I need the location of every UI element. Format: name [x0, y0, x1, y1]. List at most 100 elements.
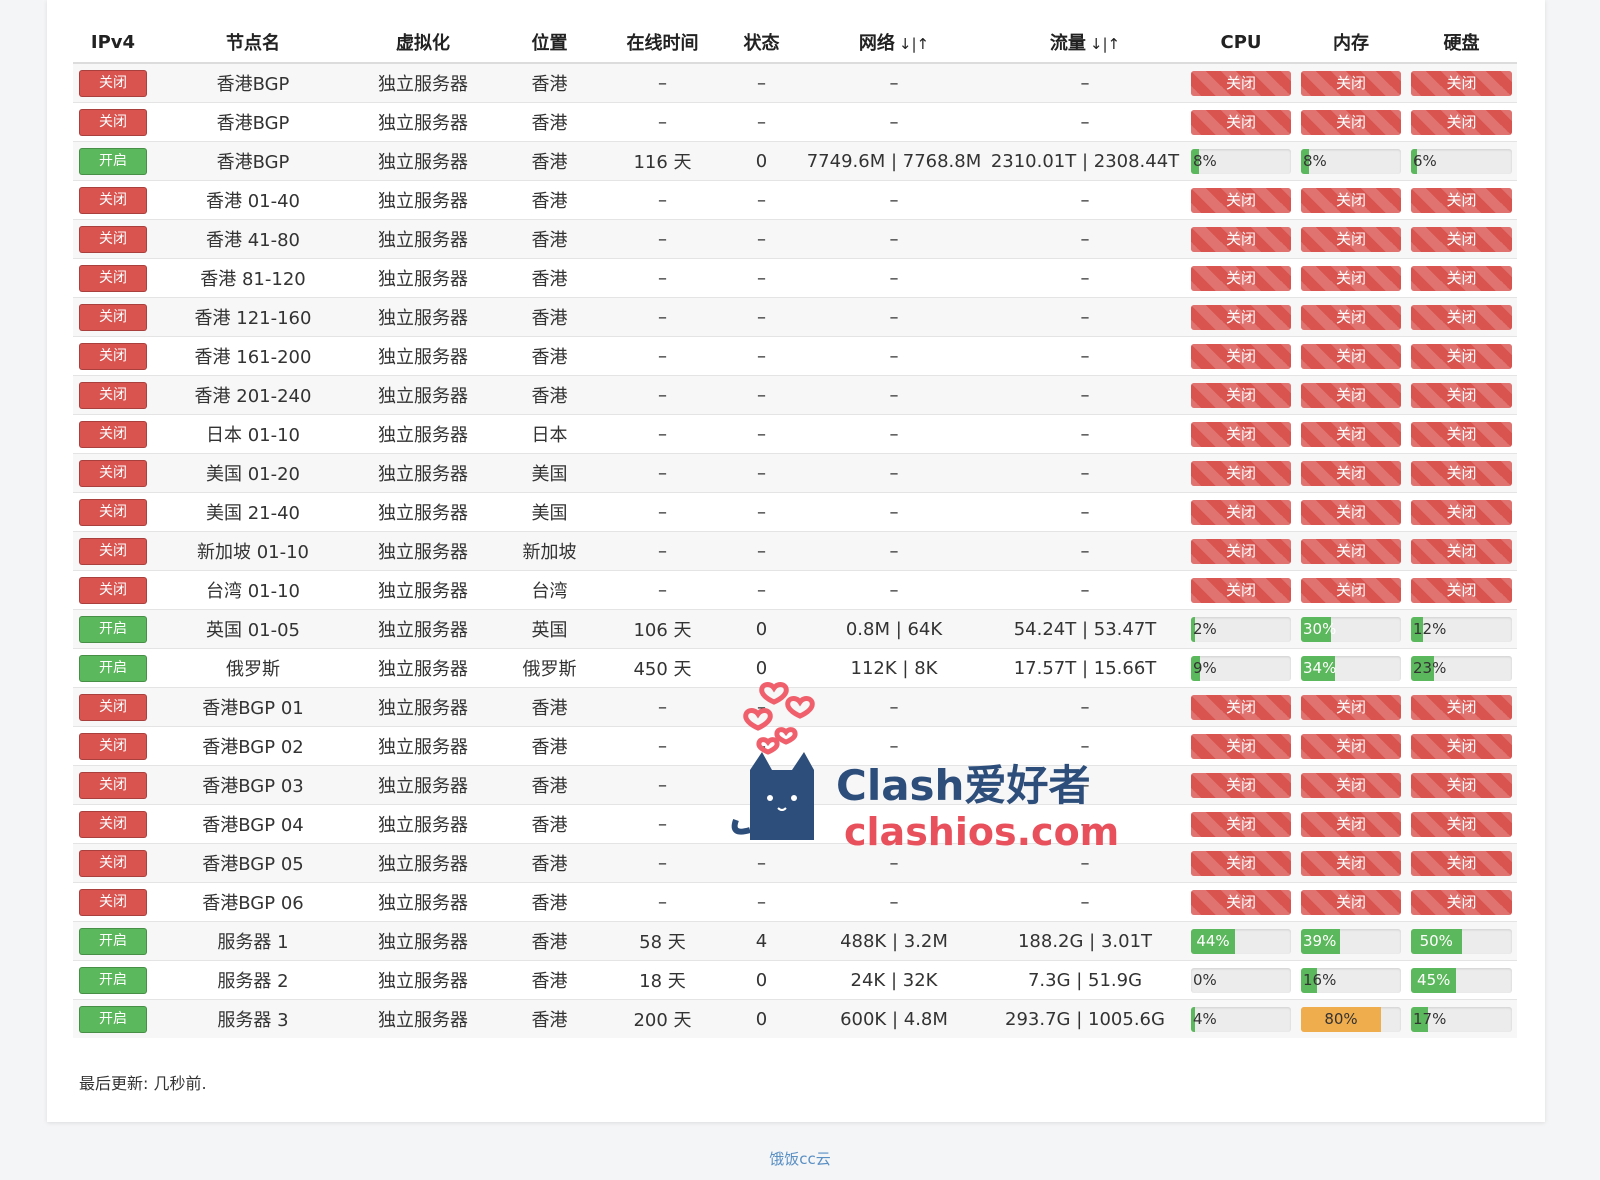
- cpu-cell: 2%: [1186, 609, 1296, 649]
- table-row[interactable]: 关闭 香港 81-120 独立服务器 香港 – – – – 关闭 关闭 关闭: [73, 258, 1517, 298]
- table-row[interactable]: 关闭 香港BGP 独立服务器 香港 – – – – 关闭 关闭 关闭: [73, 63, 1517, 103]
- disk-progress-bar: 关闭: [1411, 538, 1512, 564]
- table-row[interactable]: 关闭 美国 21-40 独立服务器 美国 – – – – 关闭 关闭 关闭: [73, 492, 1517, 532]
- memory-cell: 39%: [1296, 921, 1406, 961]
- table-row[interactable]: 开启 服务器 3 独立服务器 香港 200 天 0 600K | 4.8M 293.7G | …: [73, 999, 1517, 1038]
- footer-link[interactable]: 饿饭cc云: [0, 1148, 1600, 1169]
- table-row[interactable]: 关闭 香港BGP 01 独立服务器 香港 – – – – 关闭 关闭 关闭: [73, 687, 1517, 727]
- cpu-progress-bar: 关闭: [1191, 850, 1291, 876]
- memory-cell: 80%: [1296, 999, 1406, 1038]
- disk-progress-bar: 关闭: [1411, 460, 1512, 486]
- node-name-cell: 美国 01-20: [153, 453, 353, 493]
- server-status-table: IPv4 节点名 虚拟化 位置 在线时间 状态 网络 ↓|↑ 流量 ↓|↑ CPU …: [73, 22, 1517, 1038]
- network-cell: –: [804, 414, 984, 454]
- table-row[interactable]: 关闭 香港BGP 独立服务器 香港 – – – – 关闭 关闭 关闭: [73, 102, 1517, 142]
- table-row[interactable]: 关闭 香港BGP 06 独立服务器 香港 – – – – 关闭 关闭 关闭: [73, 882, 1517, 922]
- col-label: CPU: [1220, 31, 1262, 53]
- cpu-value: 0%: [1193, 970, 1217, 989]
- table-row[interactable]: 关闭 香港BGP 02 独立服务器 香港 – – – – 关闭 关闭 关闭: [73, 726, 1517, 766]
- virtualization-cell: 独立服务器: [353, 687, 493, 727]
- location-cell: 新加坡: [493, 531, 606, 571]
- cpu-progress-bar: 44%: [1191, 928, 1291, 954]
- disk-progress-bar: 关闭: [1411, 577, 1512, 603]
- status-cell: –: [719, 882, 804, 922]
- ipv4-cell: 关闭: [73, 375, 153, 415]
- table-row[interactable]: 开启 服务器 2 独立服务器 香港 18 天 0 24K | 32K 7.3G | 51.9G…: [73, 960, 1517, 1000]
- virtualization-cell: 独立服务器: [353, 102, 493, 142]
- memory-value: 8%: [1303, 151, 1327, 170]
- memory-progress-bar: 关闭: [1301, 343, 1401, 369]
- table-row[interactable]: 关闭 日本 01-10 独立服务器 日本 – – – – 关闭 关闭 关闭: [73, 414, 1517, 454]
- virtualization-cell: 独立服务器: [353, 141, 493, 181]
- virtualization-cell: 独立服务器: [353, 414, 493, 454]
- memory-cell: 关闭: [1296, 882, 1406, 922]
- status-cell: 0: [719, 999, 804, 1038]
- location-cell: 香港: [493, 141, 606, 181]
- col-header-network[interactable]: 网络 ↓|↑: [804, 22, 984, 64]
- cpu-value: 8%: [1193, 151, 1217, 170]
- memory-cell: 关闭: [1296, 63, 1406, 103]
- table-row[interactable]: 开启 俄罗斯 独立服务器 俄罗斯 450 天 0 112K | 8K 17.57T | 15.…: [73, 648, 1517, 688]
- cpu-cell: 关闭: [1186, 531, 1296, 571]
- table-row[interactable]: 关闭 新加坡 01-10 独立服务器 新加坡 – – – – 关闭 关闭 关闭: [73, 531, 1517, 571]
- virtualization-cell: 独立服务器: [353, 726, 493, 766]
- disk-progress-bar: 关闭: [1411, 109, 1512, 135]
- uptime-cell: –: [606, 531, 719, 571]
- cpu-cell: 关闭: [1186, 258, 1296, 298]
- ipv4-cell: 关闭: [73, 414, 153, 454]
- cpu-progress-bar: 关闭: [1191, 460, 1291, 486]
- ipv4-status-badge: 关闭: [79, 225, 147, 253]
- cpu-progress-bar: 关闭: [1191, 499, 1291, 525]
- node-name-cell: 服务器 2: [153, 960, 353, 1000]
- table-row[interactable]: 关闭 香港BGP 04 独立服务器 香港 – – – – 关闭 关闭 关闭: [73, 804, 1517, 844]
- table-row[interactable]: 开启 英国 01-05 独立服务器 英国 106 天 0 0.8M | 64K 54.24T …: [73, 609, 1517, 649]
- disk-cell: 45%: [1406, 960, 1517, 1000]
- memory-value: 关闭: [1335, 697, 1366, 716]
- location-cell: 香港: [493, 297, 606, 337]
- ipv4-status-badge: 关闭: [79, 537, 147, 565]
- memory-progress-bar: 关闭: [1301, 109, 1401, 135]
- ipv4-cell: 关闭: [73, 297, 153, 337]
- status-cell: –: [719, 375, 804, 415]
- cpu-value: 关闭: [1225, 814, 1256, 833]
- cpu-cell: 关闭: [1186, 63, 1296, 103]
- col-header-traffic[interactable]: 流量 ↓|↑: [984, 22, 1186, 64]
- table-row[interactable]: 开启 香港BGP 独立服务器 香港 116 天 0 7749.6M | 7768.8M 231…: [73, 141, 1517, 181]
- ipv4-status-badge: 关闭: [79, 108, 147, 136]
- memory-progress-bar: 关闭: [1301, 772, 1401, 798]
- ipv4-status-badge: 关闭: [79, 888, 147, 916]
- virtualization-cell: 独立服务器: [353, 882, 493, 922]
- ipv4-status-badge: 关闭: [79, 264, 147, 292]
- uptime-cell: –: [606, 570, 719, 610]
- status-cell: –: [719, 63, 804, 103]
- location-cell: 香港: [493, 180, 606, 220]
- table-row[interactable]: 关闭 香港BGP 05 独立服务器 香港 – – – – 关闭 关闭 关闭: [73, 843, 1517, 883]
- memory-cell: 关闭: [1296, 492, 1406, 532]
- table-row[interactable]: 关闭 香港 161-200 独立服务器 香港 – – – – 关闭 关闭 关闭: [73, 336, 1517, 376]
- network-cell: –: [804, 453, 984, 493]
- disk-cell: 关闭: [1406, 804, 1517, 844]
- node-name-cell: 英国 01-05: [153, 609, 353, 649]
- disk-cell: 关闭: [1406, 882, 1517, 922]
- cpu-value: 关闭: [1225, 697, 1256, 716]
- table-row[interactable]: 开启 服务器 1 独立服务器 香港 58 天 4 488K | 3.2M 188.2G | 3…: [73, 921, 1517, 961]
- table-row[interactable]: 关闭 香港 201-240 独立服务器 香港 – – – – 关闭 关闭 关闭: [73, 375, 1517, 415]
- table-row[interactable]: 关闭 香港 01-40 独立服务器 香港 – – – – 关闭 关闭 关闭: [73, 180, 1517, 220]
- table-row[interactable]: 关闭 台湾 01-10 独立服务器 台湾 – – – – 关闭 关闭 关闭: [73, 570, 1517, 610]
- memory-progress-bar: 关闭: [1301, 421, 1401, 447]
- memory-progress-bar: 关闭: [1301, 850, 1401, 876]
- memory-cell: 关闭: [1296, 843, 1406, 883]
- table-row[interactable]: 关闭 香港 41-80 独立服务器 香港 – – – – 关闭 关闭 关闭: [73, 219, 1517, 259]
- ipv4-cell: 开启: [73, 141, 153, 181]
- cpu-progress-bar: 关闭: [1191, 421, 1291, 447]
- cpu-cell: 44%: [1186, 921, 1296, 961]
- cpu-value: 关闭: [1225, 580, 1256, 599]
- table-row[interactable]: 关闭 香港BGP 03 独立服务器 香港 – – – – 关闭 关闭 关闭: [73, 765, 1517, 805]
- status-cell: –: [719, 804, 804, 844]
- table-row[interactable]: 关闭 香港 121-160 独立服务器 香港 – – – – 关闭 关闭 关闭: [73, 297, 1517, 337]
- cpu-progress-bar: 9%: [1191, 655, 1291, 681]
- memory-cell: 关闭: [1296, 726, 1406, 766]
- disk-cell: 17%: [1406, 999, 1517, 1038]
- table-row[interactable]: 关闭 美国 01-20 独立服务器 美国 – – – – 关闭 关闭 关闭: [73, 453, 1517, 493]
- ipv4-status-badge: 开启: [79, 966, 147, 994]
